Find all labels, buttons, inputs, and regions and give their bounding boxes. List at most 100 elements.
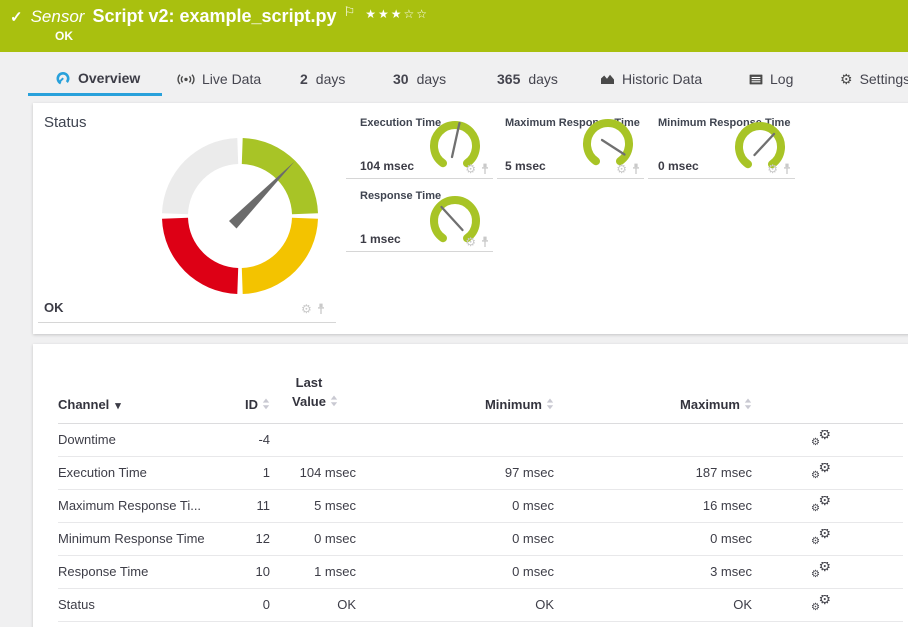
cell-channel: Status [58,597,240,612]
tab-live-data[interactable]: Live Data [177,62,261,96]
gauge-settings-gear-icon[interactable]: ⚙ [767,163,778,175]
cell-minimum: 97 msec [356,465,554,480]
pin-icon[interactable] [481,236,489,248]
cell-channel: Execution Time [58,465,240,480]
edit-channel-gears-icon[interactable]: ⚙⚙ [811,463,831,480]
tab-label: Live Data [202,71,261,87]
sensor-title: Script v2: example_script.py [92,6,336,27]
gauge-settings-gear-icon[interactable]: ⚙ [465,236,476,248]
table-row-maximum-response-time[interactable]: Maximum Response Ti... 11 5 msec 0 msec … [58,490,903,523]
channel-table-header: Channel ▾ ID Last Value Minimum Maximum [58,374,903,424]
cell-last-value: 1 msec [274,564,356,579]
gauge-settings-gear-icon[interactable]: ⚙ [616,163,627,175]
cell-id: 12 [240,531,274,546]
tab-log[interactable]: Log [749,62,793,96]
table-row-response-time[interactable]: Response Time 10 1 msec 0 msec 3 msec ⚙⚙ [58,556,903,589]
gauge-settings-gear-icon[interactable]: ⚙ [465,163,476,175]
gauge-value: 104 msec [360,159,414,173]
cell-channel: Downtime [58,432,240,447]
edit-channel-gears-icon[interactable]: ⚙⚙ [811,496,831,513]
table-row-minimum-response-time[interactable]: Minimum Response Time 12 0 msec 0 msec 0… [58,523,903,556]
cell-maximum: 16 msec [554,498,752,513]
sensor-header: ✓ Sensor Script v2: example_script.py ⚐ … [0,0,908,52]
column-label: Channel [58,397,109,412]
cell-channel: Response Time [58,564,240,579]
tab-number: 365 [497,71,520,87]
gauge-value: 0 msec [658,159,699,173]
cell-last-value: 5 msec [274,498,356,513]
cell-last-value: OK [274,597,356,612]
large-gear-icon: ⚙ [818,529,831,542]
edit-channel-gears-icon[interactable]: ⚙⚙ [811,529,831,546]
large-gear-icon: ⚙ [818,463,831,476]
cell-last-value: 0 msec [274,531,356,546]
gauge-value: 1 msec [360,232,401,246]
tab-2-days[interactable]: 2 days [300,62,345,96]
edit-channel-gears-icon[interactable]: ⚙⚙ [811,595,831,612]
tab-historic-data[interactable]: Historic Data [600,62,702,96]
gauge-needle [229,162,295,229]
channel-table: Channel ▾ ID Last Value Minimum Maximum D… [58,374,903,622]
cell-id: 11 [240,498,274,513]
gauge-icon [55,70,71,86]
tab-label: days [316,71,346,87]
tab-365-days[interactable]: 365 days [497,62,558,96]
cell-maximum: OK [554,597,752,612]
gauge-settings-gear-icon[interactable]: ⚙ [301,303,312,315]
column-header-minimum[interactable]: Minimum [356,397,554,412]
tab-label: Log [770,71,793,87]
gauge-module-execution-time: Execution Time 104 msec ⚙ [346,112,493,179]
pin-icon[interactable] [481,163,489,175]
cell-id: 0 [240,597,274,612]
overview-gauges-panel: Status OK ⚙ Execution Time 104 msec ⚙ Ma… [33,103,908,334]
historic-chart-icon [600,73,615,85]
sort-icon [262,398,270,410]
gauge-module-minimum-response-time: Minimum Response Time 0 msec ⚙ [648,112,795,179]
settings-gear-icon: ⚙ [840,72,853,86]
sort-icon [546,398,554,410]
gauge-module-maximum-response-time: Maximum Response Time 5 msec ⚙ [497,112,644,179]
column-header-channel[interactable]: Channel ▾ [58,397,240,412]
flag-icon[interactable]: ⚐ [344,4,356,20]
divider [38,322,336,323]
tab-overview[interactable]: Overview [28,62,162,96]
column-label: Last Value [292,374,326,412]
column-header-maximum[interactable]: Maximum [554,397,752,412]
table-row-downtime[interactable]: Downtime -4 ⚙⚙ [58,424,903,457]
large-gear-icon: ⚙ [818,496,831,509]
tab-settings[interactable]: ⚙ Settings [840,62,908,96]
cell-id: 10 [240,564,274,579]
cell-minimum: 0 msec [356,498,554,513]
cell-last-value: 104 msec [274,465,356,480]
large-gear-icon: ⚙ [818,595,831,608]
status-gauge-value: OK [44,300,64,315]
column-label: ID [245,397,258,412]
tab-label: Settings [860,71,908,87]
tab-label: days [528,71,558,87]
column-label: Minimum [485,397,542,412]
pin-icon[interactable] [783,163,791,175]
sensor-kind-label: Sensor [31,7,85,27]
pin-icon[interactable] [317,303,325,315]
cell-id: -4 [240,432,274,447]
cell-minimum: OK [356,597,554,612]
edit-channel-gears-icon[interactable]: ⚙⚙ [811,562,831,579]
cell-minimum: 0 msec [356,531,554,546]
live-data-icon [177,73,195,86]
column-header-last-value[interactable]: Last Value [274,374,356,412]
large-gear-icon: ⚙ [818,562,831,575]
table-row-execution-time[interactable]: Execution Time 1 104 msec 97 msec 187 ms… [58,457,903,490]
priority-stars[interactable]: ★★★☆☆ [365,7,429,21]
tab-label: Historic Data [622,71,702,87]
edit-channel-gears-icon[interactable]: ⚙⚙ [811,430,831,447]
cell-maximum: 3 msec [554,564,752,579]
cell-maximum: 187 msec [554,465,752,480]
tab-number: 30 [393,71,409,87]
status-gauge [160,136,320,296]
large-gear-icon: ⚙ [818,430,831,443]
table-row-status[interactable]: Status 0 OK OK OK ⚙⚙ [58,589,903,622]
tab-30-days[interactable]: 30 days [393,62,446,96]
column-header-id[interactable]: ID [240,397,274,412]
sort-caret-icon: ▾ [115,400,121,412]
pin-icon[interactable] [632,163,640,175]
